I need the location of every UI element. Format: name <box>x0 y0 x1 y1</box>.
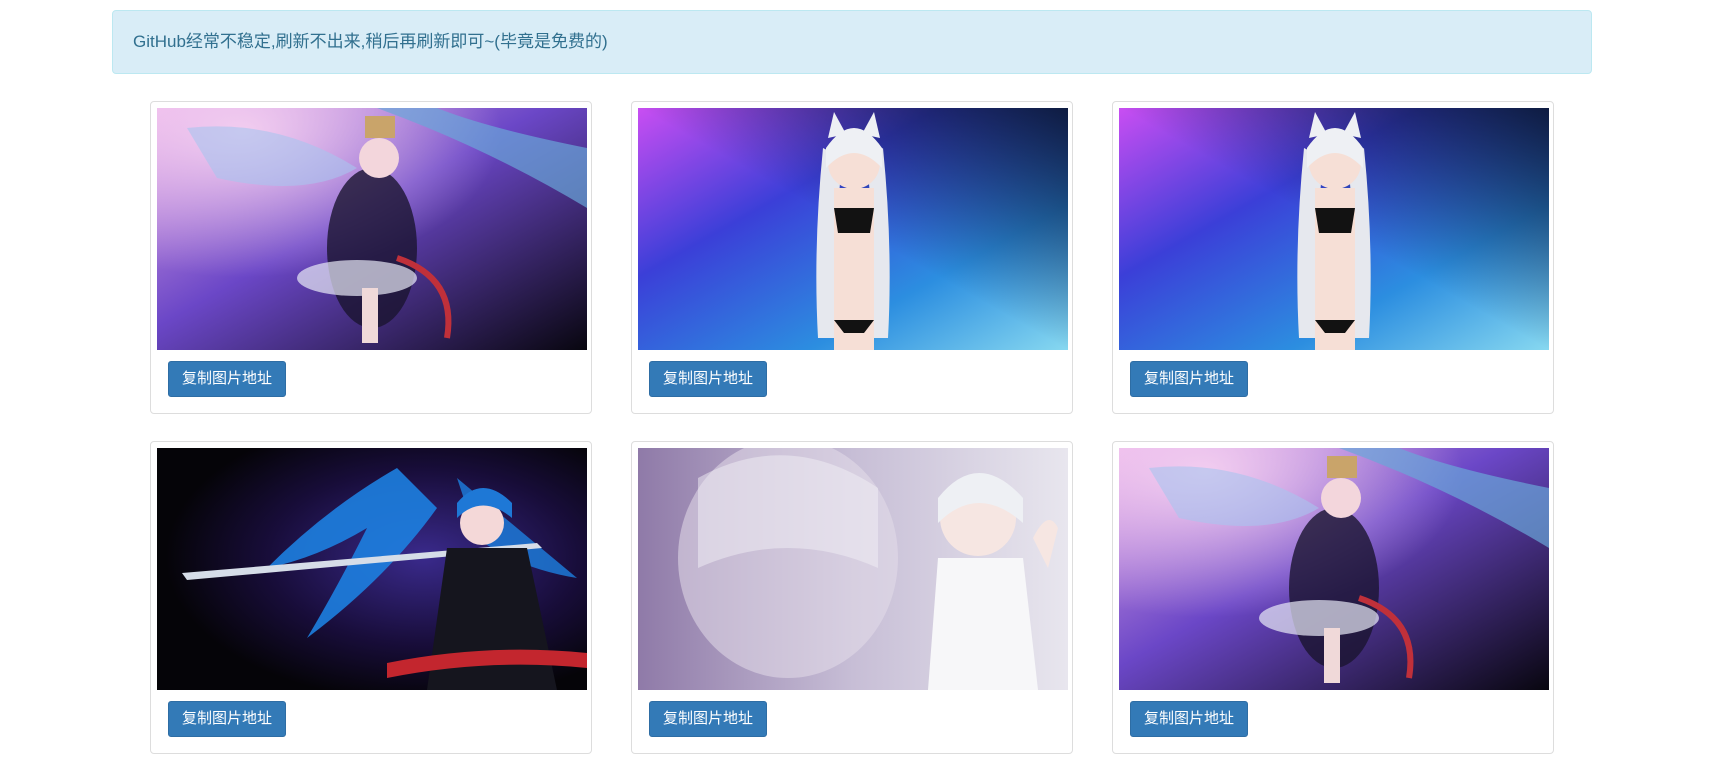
image-card: 复制图片地址 <box>1112 101 1554 414</box>
image-gallery: 复制图片地址 复制图片地址 复制图片地址 复制图片地址 复制图片地址 复制图片地… <box>150 101 1555 761</box>
wallpaper-image <box>638 108 1068 350</box>
wallpaper-image <box>638 448 1068 690</box>
notice-banner: GitHub经常不稳定,刷新不出来,稍后再刷新即可~(毕竟是免费的) <box>112 10 1592 74</box>
copy-image-url-button[interactable]: 复制图片地址 <box>168 361 287 397</box>
wallpaper-image <box>157 108 587 350</box>
image-card: 复制图片地址 <box>150 441 592 754</box>
copy-image-url-button[interactable]: 复制图片地址 <box>649 361 768 397</box>
copy-image-url-button[interactable]: 复制图片地址 <box>168 701 287 737</box>
image-card: 复制图片地址 <box>631 101 1073 414</box>
copy-image-url-button[interactable]: 复制图片地址 <box>649 701 768 737</box>
notice-text: GitHub经常不稳定,刷新不出来,稍后再刷新即可~(毕竟是免费的) <box>133 32 608 51</box>
image-card: 复制图片地址 <box>631 441 1073 754</box>
wallpaper-image <box>1119 108 1549 350</box>
copy-image-url-button[interactable]: 复制图片地址 <box>1130 361 1249 397</box>
image-card: 复制图片地址 <box>1112 441 1554 754</box>
wallpaper-image <box>1119 448 1549 690</box>
image-card: 复制图片地址 <box>150 101 592 414</box>
copy-image-url-button[interactable]: 复制图片地址 <box>1130 701 1249 737</box>
wallpaper-image <box>157 448 587 690</box>
